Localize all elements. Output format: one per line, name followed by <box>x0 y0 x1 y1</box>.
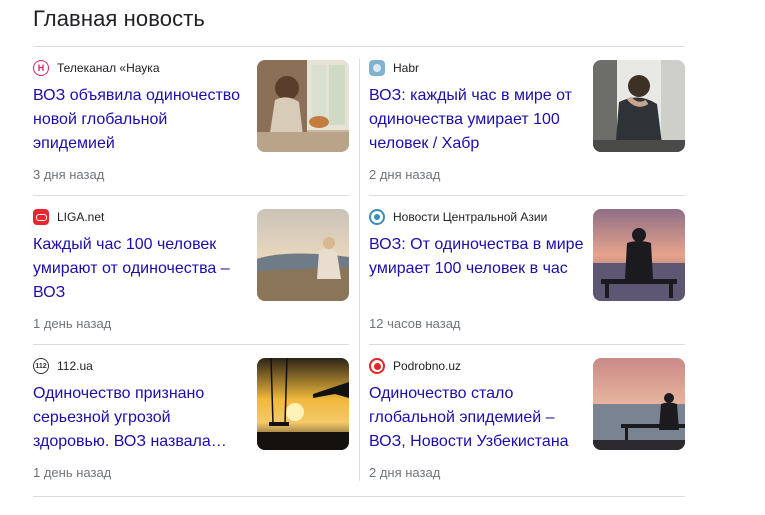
news-thumbnail-swing-sunset[interactable] <box>257 358 349 450</box>
news-source: 112 112.ua <box>33 358 93 374</box>
source-name: 112.ua <box>57 359 93 373</box>
news-time: 1 день назад <box>33 465 112 480</box>
source-name: Podrobno.uz <box>393 359 462 373</box>
news-card[interactable]: H Телеканал «Наука ВОЗ объявила одиночес… <box>33 47 349 195</box>
source-name: LIGA.net <box>57 210 105 224</box>
news-title-link[interactable]: ВОЗ: От одиночества в мире умирает 100 ч… <box>369 233 585 281</box>
news-source: H Телеканал «Наука <box>33 60 160 76</box>
news-title-link[interactable]: ВОЗ: каждый час в мире от одиночества ум… <box>369 84 585 156</box>
news-source: Habr <box>369 60 419 76</box>
news-card[interactable]: Habr ВОЗ: каждый час в мире от одиночест… <box>369 47 685 195</box>
112ua-logo-icon: 112 <box>33 358 49 374</box>
divider <box>33 496 685 497</box>
news-time: 2 дня назад <box>369 167 441 182</box>
news-thumbnail-man-bench-sunset[interactable] <box>593 209 685 301</box>
liga-logo-icon <box>33 209 49 225</box>
podrobno-logo-icon <box>369 358 385 374</box>
news-card[interactable]: LIGA.net Каждый час 100 человек умирают … <box>33 196 349 344</box>
news-thumbnail-man-bench-sea[interactable] <box>593 358 685 450</box>
news-thumbnail-woman-window[interactable] <box>257 60 349 152</box>
news-source: LIGA.net <box>33 209 104 225</box>
centralasia-logo-icon <box>369 209 385 225</box>
news-card[interactable]: Podrobno.uz Одиночество стало глобальной… <box>369 345 685 493</box>
news-title-link[interactable]: Одиночество стало глобальной эпидемией –… <box>369 382 585 454</box>
nauka-logo-icon: H <box>33 60 49 76</box>
news-card[interactable]: 112 112.ua Одиночество признано серьезно… <box>33 345 349 493</box>
news-time: 2 дня назад <box>369 465 441 480</box>
news-title-link[interactable]: Одиночество признано серьезной угрозой з… <box>33 382 249 454</box>
news-title-link[interactable]: Каждый час 100 человек умирают от одиноч… <box>33 233 249 305</box>
source-name: Телеканал «Наука <box>57 61 160 75</box>
news-time: 12 часов назад <box>369 316 461 331</box>
news-source: Podrobno.uz <box>369 358 461 374</box>
news-card[interactable]: Новости Центральной Азии ВОЗ: От одиноче… <box>369 196 685 344</box>
section-heading: Главная новость <box>33 6 205 31</box>
source-name: Habr <box>393 61 420 75</box>
news-title-link[interactable]: ВОЗ объявила одиночество новой глобально… <box>33 84 249 156</box>
news-time: 1 день назад <box>33 316 112 331</box>
column-divider <box>359 59 360 481</box>
habr-logo-icon <box>369 60 385 76</box>
news-time: 3 дня назад <box>33 167 105 182</box>
news-source: Новости Центральной Азии <box>369 209 547 225</box>
news-thumbnail-sad-man[interactable] <box>593 60 685 152</box>
source-name: Новости Центральной Азии <box>393 210 548 224</box>
news-thumbnail-woman-hill[interactable] <box>257 209 349 301</box>
